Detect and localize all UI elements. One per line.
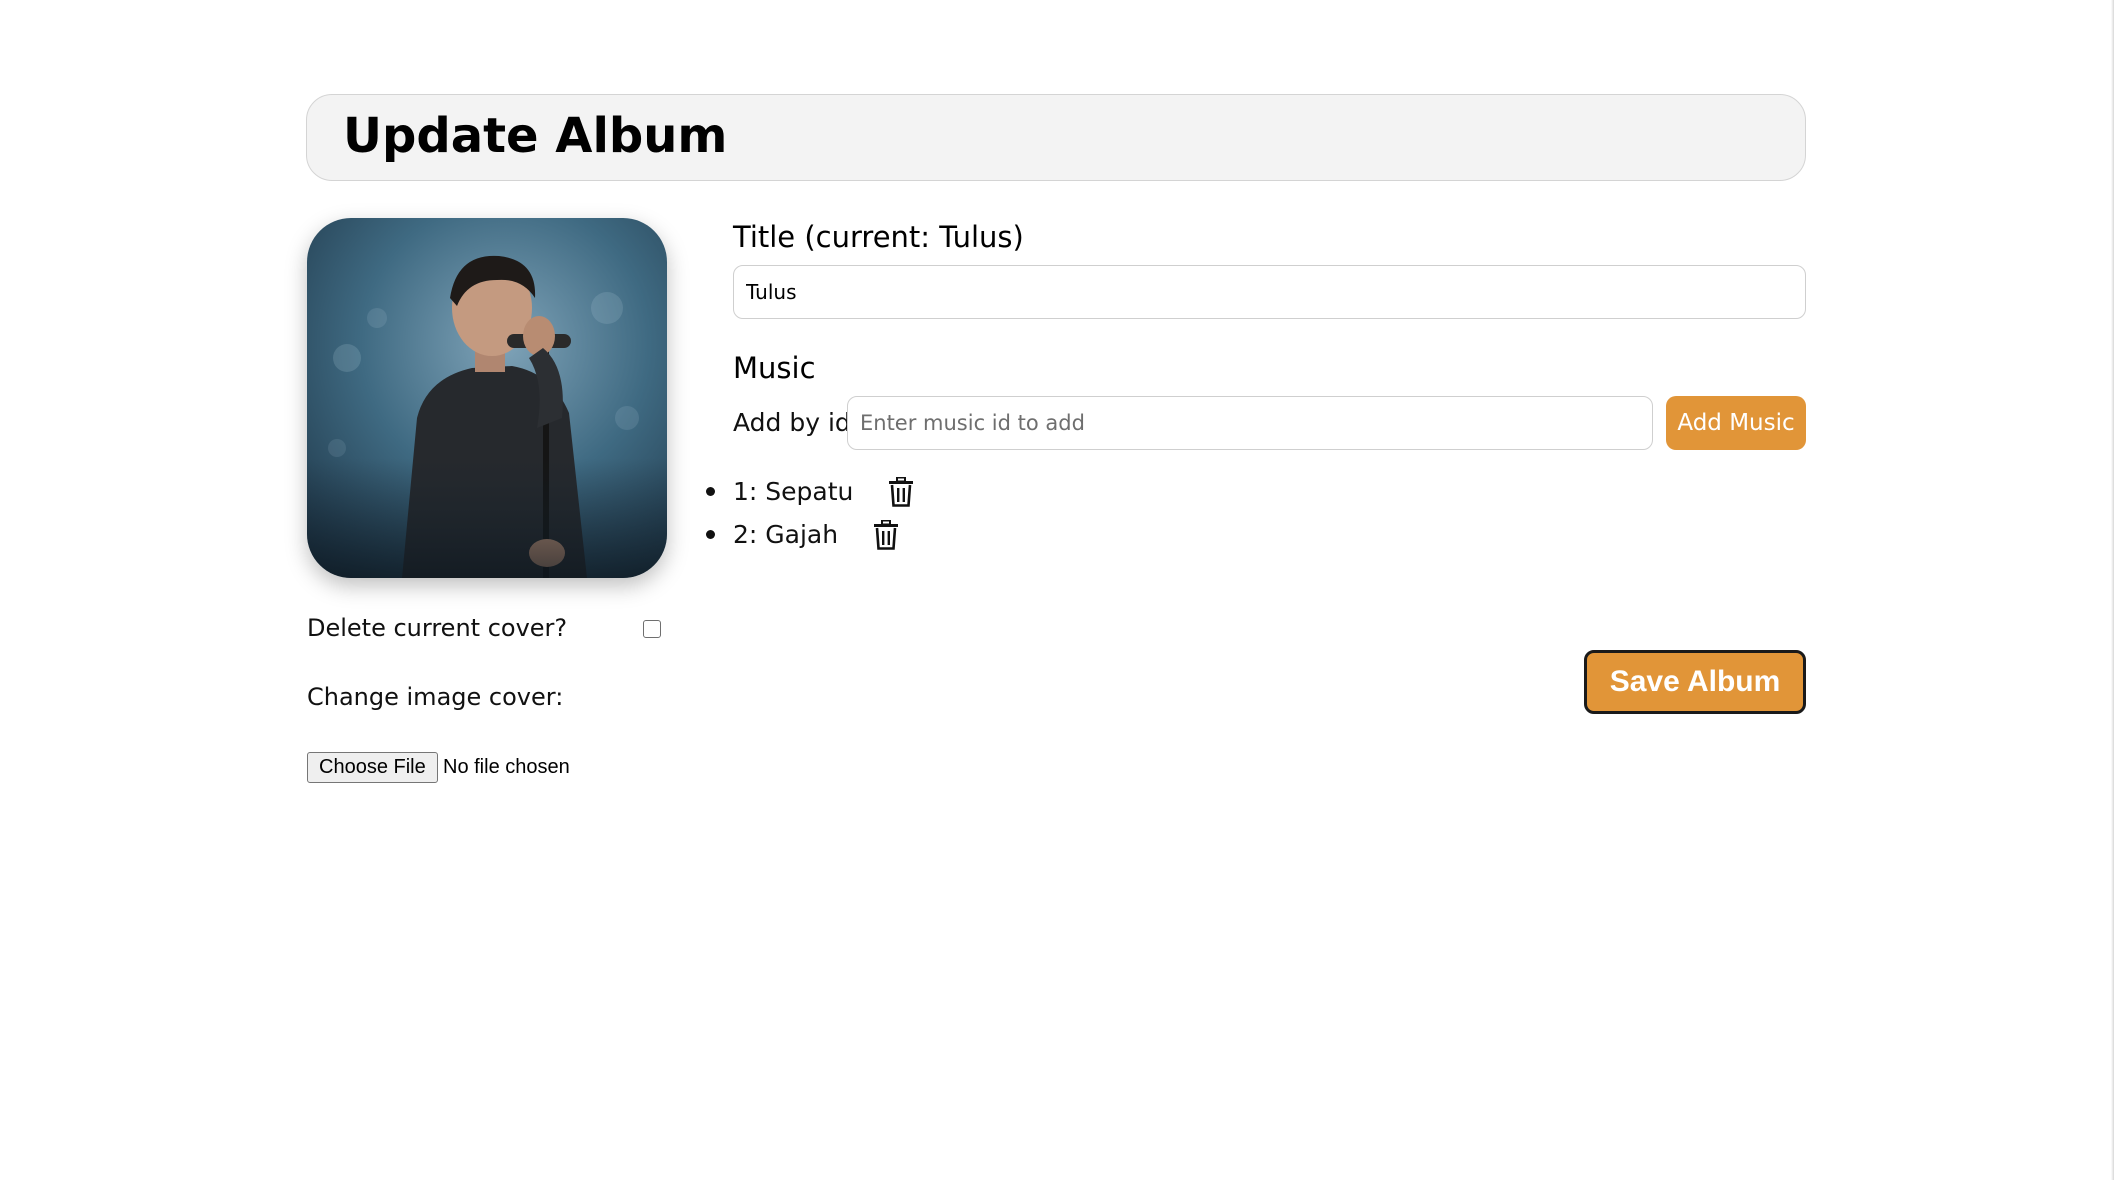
- choose-file-button[interactable]: Choose File: [307, 752, 438, 783]
- album-cover-image: [307, 218, 667, 578]
- change-cover-label: Change image cover:: [307, 683, 564, 711]
- title-field-heading: Title (current: Tulus): [733, 220, 1024, 254]
- trash-icon[interactable]: [872, 519, 900, 550]
- music-list-item: 1: Sepatu: [706, 470, 915, 513]
- page-title: Update Album: [343, 108, 728, 164]
- delete-cover-checkbox[interactable]: [643, 620, 661, 638]
- music-list: 1: Sepatu 2: Gajah: [706, 470, 915, 556]
- add-music-button[interactable]: Add Music: [1666, 396, 1806, 450]
- music-id-input[interactable]: [847, 396, 1653, 450]
- save-album-button[interactable]: Save Album: [1584, 650, 1806, 714]
- file-status-text: No file chosen: [443, 756, 570, 778]
- title-input[interactable]: [733, 265, 1806, 319]
- music-item-label: 2: Gajah: [733, 520, 839, 549]
- bullet-icon: [706, 530, 715, 539]
- page-header: Update Album: [306, 94, 1806, 181]
- update-album-page: Update Album Delete current cover? Chang…: [0, 0, 2114, 1180]
- music-list-item: 2: Gajah: [706, 513, 915, 556]
- bullet-icon: [706, 487, 715, 496]
- music-heading: Music: [733, 351, 816, 385]
- trash-icon[interactable]: [887, 476, 915, 507]
- add-by-id-label: Add by id:: [733, 408, 860, 437]
- music-item-label: 1: Sepatu: [733, 477, 854, 506]
- delete-cover-label: Delete current cover?: [307, 614, 568, 642]
